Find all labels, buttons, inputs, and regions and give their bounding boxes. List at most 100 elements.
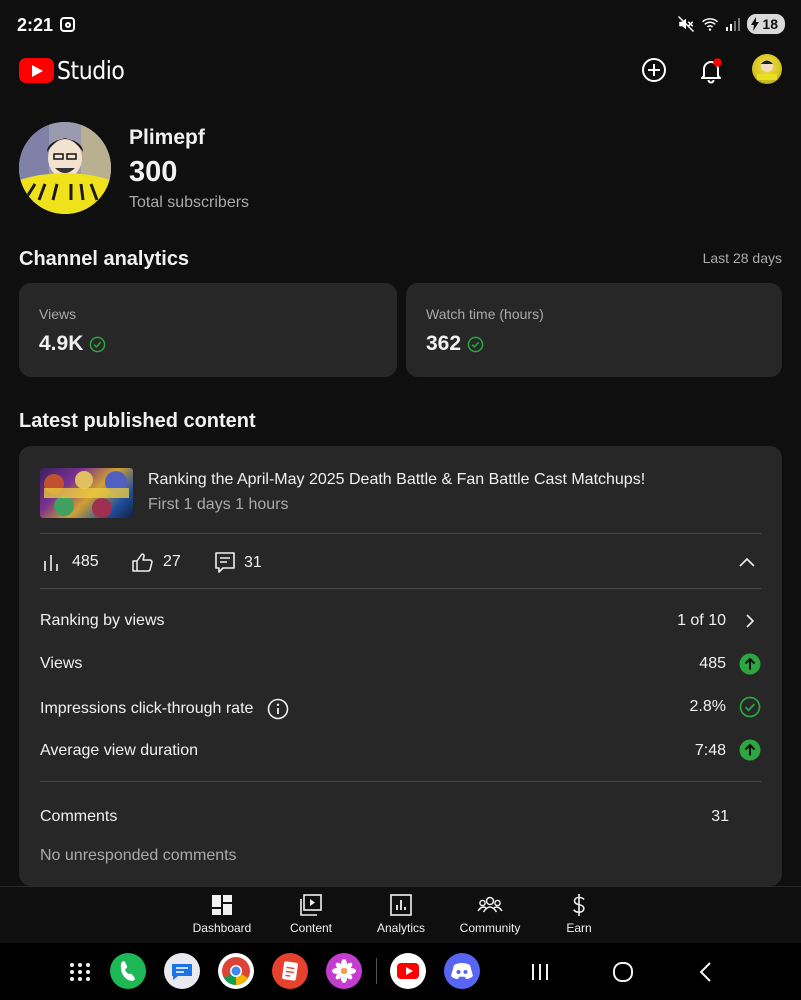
account-avatar[interactable]	[752, 54, 782, 84]
ctr-row-label: Impressions click-through rate	[40, 698, 289, 720]
video-thumbnail[interactable]	[40, 468, 133, 518]
app-bar: Studio	[0, 50, 801, 90]
views-label: Views	[40, 655, 83, 672]
chrome-app-icon[interactable]	[218, 953, 254, 989]
stat-value-text: 362	[426, 332, 462, 355]
account-avatar-icon	[757, 60, 777, 80]
comments-metric: 31	[214, 551, 262, 575]
ranking-value[interactable]: 1 of 10	[677, 612, 726, 630]
discord-app-icon[interactable]	[444, 953, 480, 989]
likes-metric-value: 27	[163, 553, 181, 570]
watch-time-stat-card[interactable]: Watch time (hours) 362	[406, 283, 782, 377]
stat-label: Views	[39, 306, 77, 322]
avg-duration-label: Average view duration	[40, 742, 199, 759]
content-icon	[300, 894, 322, 916]
app-drawer-icon[interactable]	[69, 962, 91, 982]
youtube-logo-icon	[19, 58, 54, 83]
back-icon[interactable]	[697, 961, 715, 983]
wifi-icon	[702, 18, 719, 31]
status-indicators: 18	[677, 14, 785, 34]
nav-community-label: Community	[459, 921, 521, 935]
comments-row-label[interactable]: Comments	[40, 808, 117, 826]
channel-analytics-title: Channel analytics	[19, 248, 190, 270]
youtube-studio-app-icon[interactable]	[390, 953, 426, 989]
arrow-up-circle-icon	[739, 653, 761, 675]
chevron-right-icon[interactable]	[739, 610, 761, 632]
gallery-app-icon[interactable]	[326, 953, 362, 989]
dashboard-icon	[212, 895, 232, 915]
divider	[40, 781, 761, 782]
chevron-up-icon[interactable]	[737, 554, 757, 570]
video-thumbnail-image-icon	[44, 471, 129, 518]
nav-community[interactable]: Community	[450, 893, 530, 935]
divider	[40, 533, 761, 534]
bar-chart-icon	[44, 555, 58, 571]
latest-content-title: Latest published content	[19, 410, 256, 432]
nav-analytics-label: Analytics	[376, 921, 426, 935]
ranking-row-label: Ranking by views	[40, 612, 165, 630]
no-unresponded-comments: No unresponded comments	[40, 847, 237, 864]
ctr-label: Impressions click-through rate	[40, 700, 254, 717]
views-metric: 485	[40, 551, 99, 573]
comments-metric-value: 31	[244, 554, 262, 571]
views-stat-card[interactable]: Views 4.9K	[19, 283, 397, 377]
likes-metric: 27	[131, 551, 181, 573]
signal-icon	[726, 18, 741, 31]
messages-app-icon[interactable]	[164, 953, 200, 989]
analytics-period: Last 28 days	[702, 250, 782, 266]
channel-avatar[interactable]	[19, 122, 111, 214]
battery-charging-icon	[751, 17, 760, 31]
stat-label: Watch time (hours)	[426, 306, 544, 322]
nav-dashboard-label: Dashboard	[192, 921, 252, 935]
status-time: 2:21	[17, 15, 54, 35]
phone-app-icon[interactable]	[110, 953, 146, 989]
android-dock	[0, 943, 801, 1000]
subscriber-count-label: Total subscribers	[129, 194, 250, 211]
bottom-navigation: Dashboard Content Analytics Community Ea…	[0, 886, 801, 943]
nav-analytics[interactable]: Analytics	[361, 893, 441, 935]
nav-content-label: Content	[289, 921, 333, 935]
analytics-icon	[390, 894, 412, 916]
dollar-icon	[573, 894, 585, 916]
video-title[interactable]: Ranking the April-May 2025 Death Battle …	[148, 471, 645, 489]
nav-content[interactable]: Content	[271, 893, 351, 935]
create-plus-icon[interactable]	[639, 55, 669, 85]
notes-app-icon[interactable]	[272, 953, 308, 989]
latest-content-card: Ranking the April-May 2025 Death Battle …	[19, 446, 782, 886]
dock-divider	[376, 958, 377, 984]
check-circle-icon	[90, 336, 106, 352]
thumbs-up-icon	[132, 553, 153, 572]
check-circle-icon	[467, 336, 484, 352]
views-value: 485	[699, 655, 726, 672]
battery-indicator: 18	[747, 14, 785, 34]
views-row-label: Views	[40, 655, 82, 673]
views-metric-value: 485	[72, 553, 99, 570]
check-circle-icon	[739, 696, 761, 718]
nav-earn[interactable]: Earn	[539, 893, 619, 935]
stat-value: 4.9K	[39, 332, 106, 356]
recent-apps-icon[interactable]	[530, 962, 550, 982]
comments-label: Comments	[40, 808, 118, 825]
notifications-bell-icon[interactable]	[696, 55, 726, 85]
stat-value-text: 4.9K	[39, 332, 84, 355]
nav-earn-label: Earn	[566, 921, 592, 935]
channel-avatar-image-icon	[19, 122, 111, 214]
video-time-window: First 1 days 1 hours	[148, 496, 289, 513]
subscriber-count: 300	[129, 156, 178, 188]
stat-value: 362	[426, 332, 484, 356]
youtube-studio-logo[interactable]: Studio	[19, 56, 134, 85]
info-icon[interactable]	[267, 698, 289, 720]
instagram-notification-icon	[60, 17, 75, 32]
divider	[40, 588, 761, 589]
community-icon	[477, 896, 503, 913]
home-icon[interactable]	[612, 961, 634, 983]
avg-duration-value: 7:48	[694, 742, 726, 759]
ctr-value: 2.8%	[689, 698, 726, 715]
logo-text: Studio	[57, 56, 125, 85]
battery-level: 18	[762, 16, 778, 32]
ranking-label: Ranking by views	[40, 612, 165, 629]
nav-dashboard[interactable]: Dashboard	[182, 893, 262, 935]
channel-name: Plimepf	[129, 126, 205, 149]
status-bar: 2:21 18	[0, 0, 801, 50]
avg-duration-row-label: Average view duration	[40, 742, 198, 760]
